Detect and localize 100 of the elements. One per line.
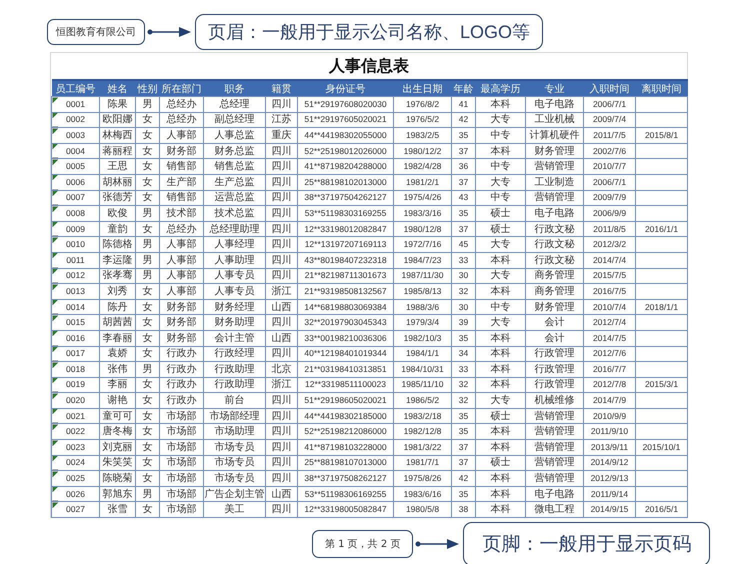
table-cell: 欧俊 xyxy=(100,206,136,222)
table-cell: 胡茜茜 xyxy=(100,314,136,330)
table-cell: 女 xyxy=(136,143,160,159)
connector-arrow xyxy=(415,537,462,552)
table-cell: 男 xyxy=(136,206,160,222)
table-cell: 人事部 xyxy=(160,252,204,268)
table-cell: 0004 xyxy=(52,143,100,159)
table-cell: 前台 xyxy=(204,392,266,408)
table-cell: 四川 xyxy=(266,174,298,190)
table-cell: 2009/7/9 xyxy=(584,190,636,206)
table-cell: 女 xyxy=(136,221,160,237)
table-cell: 四川 xyxy=(266,252,298,268)
table-cell: 本科 xyxy=(476,346,526,362)
table-cell: 2010/7/4 xyxy=(584,299,636,315)
table-cell: 工业机械 xyxy=(526,112,584,128)
table-cell: 营销管理 xyxy=(526,440,584,456)
table-cell: 37 xyxy=(452,221,476,237)
table-cell: 男 xyxy=(136,252,160,268)
table-cell: 0021 xyxy=(52,408,100,424)
table-cell: 男 xyxy=(136,236,160,252)
connector-arrow xyxy=(147,25,193,39)
table-cell: 童韵 xyxy=(100,221,136,237)
table-cell: 2015/7/5 xyxy=(584,268,636,284)
table-cell: 本科 xyxy=(476,96,526,112)
table-cell: 44**44198302185000 xyxy=(298,408,394,424)
table-cell: 35 xyxy=(452,408,476,424)
table-cell: 市场部 xyxy=(160,470,204,486)
table-cell: 行政办 xyxy=(160,346,204,362)
table-cell: 张孝骞 xyxy=(100,268,136,284)
table-cell: 43**80198407232318 xyxy=(298,252,394,268)
table-cell: 四川 xyxy=(266,346,298,362)
table-cell: 52**25198012026000 xyxy=(298,143,394,159)
table-cell: 1981/3/22 xyxy=(394,440,452,456)
table-cell: 林梅西 xyxy=(100,128,136,144)
table-cell: 四川 xyxy=(266,206,298,222)
table-cell: 51**29198605020021 xyxy=(298,392,394,408)
table-cell: 37 xyxy=(452,440,476,456)
table-cell: 53**51198306169255 xyxy=(298,486,394,502)
table-cell: 2015/10/1 xyxy=(636,440,688,456)
table-cell: 本科 xyxy=(476,143,526,159)
table-cell: 中专 xyxy=(476,299,526,315)
table-cell: 财务管理 xyxy=(526,143,584,159)
table-cell: 总经办 xyxy=(160,221,204,237)
table-cell: 37 xyxy=(452,143,476,159)
table-cell: 12**33198005082847 xyxy=(298,502,394,518)
table-cell: 微电工程 xyxy=(526,502,584,518)
table-cell: 2018/1/1 xyxy=(636,299,688,315)
table-cell: 女 xyxy=(136,408,160,424)
table-cell: 41**87198103228000 xyxy=(298,440,394,456)
table-cell: 1984/7/23 xyxy=(394,252,452,268)
table-cell: 2010/9/9 xyxy=(584,408,636,424)
table-cell: 男 xyxy=(136,96,160,112)
table-cell: 35 xyxy=(452,128,476,144)
table-cell: 女 xyxy=(136,314,160,330)
table-cell: 市场部 xyxy=(160,424,204,440)
table-cell: 51**29197605020021 xyxy=(298,112,394,128)
table-cell: 人事总监 xyxy=(204,128,266,144)
table-cell: 1981/2/1 xyxy=(394,174,452,190)
table-cell: 41 xyxy=(452,96,476,112)
table-cell: 1980/5/8 xyxy=(394,502,452,518)
table-cell: 童可可 xyxy=(100,408,136,424)
table-cell: 1984/1/1 xyxy=(394,346,452,362)
table-cell: 本科 xyxy=(476,362,526,378)
table-cell: 四川 xyxy=(266,190,298,206)
table-cell: 2014/7/9 xyxy=(584,392,636,408)
table-cell: 1982/12/8 xyxy=(394,424,452,440)
table-cell: 0016 xyxy=(52,330,100,346)
table-cell: 营销管理 xyxy=(526,408,584,424)
table-cell: 市场部 xyxy=(160,408,204,424)
table-cell: 0001 xyxy=(52,96,100,112)
table-cell: 四川 xyxy=(266,236,298,252)
table-cell: 会计主管 xyxy=(204,330,266,346)
table-cell: 0018 xyxy=(52,362,100,378)
table-cell: 43 xyxy=(452,190,476,206)
table-cell: 中专 xyxy=(476,190,526,206)
table-cell: 北京 xyxy=(266,362,298,378)
header-note: 页眉：一般用于显示公司名称、LOGO等 xyxy=(195,14,544,50)
table-cell: 0007 xyxy=(52,190,100,206)
table-cell: 2006/7/1 xyxy=(584,174,636,190)
table-cell: 硕士 xyxy=(476,408,526,424)
table-cell: 女 xyxy=(136,392,160,408)
table-cell xyxy=(636,206,688,222)
table-cell: 四川 xyxy=(266,424,298,440)
table-cell: 行政办 xyxy=(160,392,204,408)
table-cell: 1972/7/16 xyxy=(394,236,452,252)
table-cell: 财务部 xyxy=(160,330,204,346)
table-cell: 硕士 xyxy=(476,221,526,237)
table-cell: 2006/7/1 xyxy=(584,96,636,112)
table-cell: 张德芳 xyxy=(100,190,136,206)
table-cell: 21**03198410313851 xyxy=(298,362,394,378)
table-cell: 男 xyxy=(136,486,160,502)
table-cell: 市场部 xyxy=(160,440,204,456)
table-cell: 财务部 xyxy=(160,143,204,159)
table-cell: 33**00198210036306 xyxy=(298,330,394,346)
table-cell: 袁娇 xyxy=(100,346,136,362)
table-cell: 刘秀 xyxy=(100,284,136,300)
table-cell: 本科 xyxy=(476,502,526,518)
table-cell: 33 xyxy=(452,252,476,268)
table-cell: 山西 xyxy=(266,486,298,502)
table-cell: 四川 xyxy=(266,268,298,284)
